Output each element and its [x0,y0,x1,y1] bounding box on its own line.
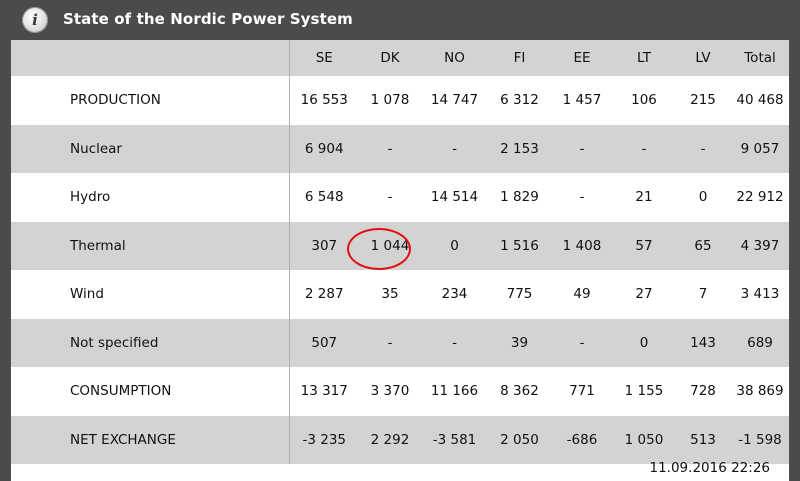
table-cell: 0 [450,237,459,254]
table-cell: 16 553 [288,76,359,125]
column-header: LT [613,40,675,76]
table-row: Hydro 6 548 - 14 514 1 829 - 21 0 22 912 [11,173,789,222]
table-cell: 1 457 [562,92,602,109]
table-cell: 2 287 [288,270,359,319]
table-cell: 775 [506,286,533,303]
info-icon[interactable]: i [22,7,48,33]
table-cell: 22 912 [736,189,784,206]
table-cell: 1 408 [562,237,602,254]
table-cell: 1 155 [624,383,664,400]
table-cell: 3 370 [370,383,410,400]
table-cell: 1 044 [370,237,410,254]
row-label: CONSUMPTION [70,383,172,400]
table-cell: - [387,140,393,157]
table-cell: 14 514 [430,189,479,206]
row-label: Wind [70,286,104,303]
table-cell: 13 317 [288,367,359,416]
table-cell: 0 [698,189,708,206]
table-cell: 143 [690,334,716,351]
table-cell: - [579,140,585,157]
table-cell: -3 235 [288,415,359,464]
table-cell: 40 468 [736,92,784,109]
table-cell: 215 [690,92,716,109]
table-cell: - [452,334,457,351]
table-row: Not specified 507 - - 39 - 0 143 689 [11,318,789,367]
table-cell: - [387,189,393,206]
table-cell: 307 [288,221,359,270]
table-cell: 507 [288,318,359,367]
row-label: Nuclear [70,140,122,157]
power-table: SE DK NO FI EE LT LV Total PRODUCTION 16… [11,40,789,464]
row-label: PRODUCTION [70,92,161,109]
header-bar: i State of the Nordic Power System [0,0,800,40]
table-cell: 2 153 [500,140,539,157]
table-cell: 1 516 [500,237,539,254]
table-cell: -1 598 [738,431,782,448]
table-cell: 27 [635,286,653,303]
table-cell: 513 [690,431,716,448]
table-cell: -686 [566,431,598,448]
table-cell: 21 [635,189,653,206]
table-cell: 771 [569,383,595,400]
table-cell: 6 312 [500,92,539,109]
table-cell: 2 050 [500,431,539,448]
table-cell: 57 [635,237,653,254]
table-cell: 1 050 [624,431,664,448]
table-header-row: SE DK NO FI EE LT LV Total [11,40,789,76]
table-cell: 39 [510,334,529,351]
table-cell: 11 166 [430,383,479,400]
column-header: LV [675,40,731,76]
table-row: PRODUCTION 16 553 1 078 14 747 6 312 1 4… [11,76,789,125]
table-cell: 9 057 [740,140,780,157]
column-header: FI [488,40,551,76]
row-label: NET EXCHANGE [70,431,176,448]
column-header: NO [421,40,488,76]
power-system-panel: SE DK NO FI EE LT LV Total PRODUCTION 16… [11,40,789,481]
timestamp: 11.09.2016 22:26 [649,460,771,476]
row-label: Not specified [70,334,159,351]
table-row: Wind 2 287 35 234 775 49 27 7 3 413 [11,270,789,319]
table-cell: 0 [639,334,649,351]
header-blank [11,40,289,76]
table-row: CONSUMPTION 13 317 3 370 11 166 8 362 77… [11,367,789,416]
table-cell: 3 413 [740,286,780,303]
column-header: DK [359,40,421,76]
table-cell: 728 [690,383,716,400]
column-header: Total [731,40,789,76]
table-cell: 2 292 [370,431,410,448]
table-cell: 7 [698,286,708,303]
row-label: Hydro [70,189,111,206]
table-row: Thermal 307 1 044 0 1 516 1 408 57 65 4 … [11,221,789,270]
table-cell: - [387,334,393,351]
column-header: SE [288,40,359,76]
table-cell: 234 [441,286,468,303]
table-cell: 689 [747,334,773,351]
table-cell: 49 [573,286,591,303]
page-title: State of the Nordic Power System [63,10,353,28]
table-cell: 38 869 [736,383,784,400]
table-cell: 1 078 [370,92,410,109]
table-cell-highlighted: 35 [381,286,399,303]
table-cell: 14 747 [430,92,479,109]
table-cell: 4 397 [740,237,780,254]
table-row: Nuclear 6 904 - - 2 153 - - - 9 057 [11,124,789,173]
table-cell: 106 [631,92,657,109]
table-cell: 8 362 [500,383,539,400]
table-cell: 6 548 [288,173,359,222]
table-cell: - [579,334,585,351]
table-cell: - [452,140,457,157]
table-cell: - [700,140,706,157]
table-cell: 1 829 [500,189,539,206]
table-cell: 6 904 [288,124,359,173]
table-cell: -3 581 [432,431,477,448]
table-cell: - [641,140,647,157]
table-cell: - [579,189,585,206]
table-row: NET EXCHANGE -3 235 2 292 -3 581 2 050 -… [11,415,789,464]
column-header: EE [551,40,613,76]
table-cell: 65 [694,237,712,254]
row-label: Thermal [70,237,126,254]
